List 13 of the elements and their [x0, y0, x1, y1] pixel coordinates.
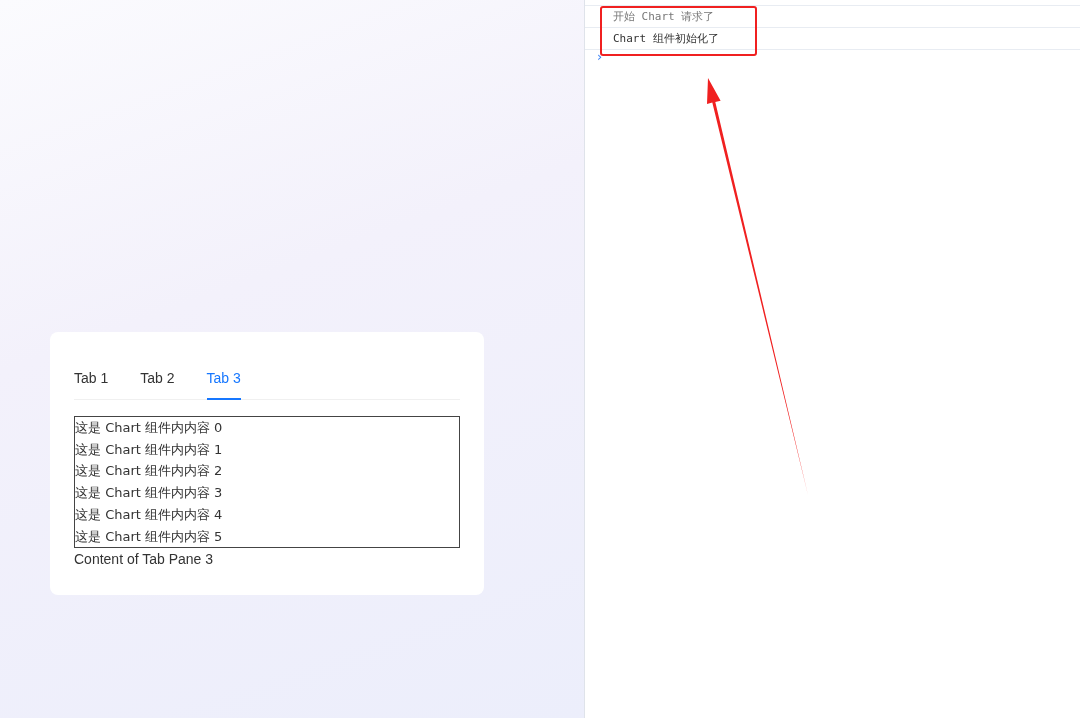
chart-content-line: 这是 Chart 组件内内容 0 [75, 419, 224, 437]
console-message: 开始 Chart 请求了 [585, 5, 1080, 27]
tab[interactable]: Tab 3 [206, 366, 241, 400]
tab[interactable]: Tab 2 [140, 366, 175, 400]
chart-content-line: 这是 Chart 组件内内容 4 [75, 505, 224, 524]
chart-content-line: 这是 Chart 组件内内容 1 [75, 440, 224, 459]
tab-pane-text: Content of Tab Pane 3 [74, 550, 215, 570]
chart-content-line: 这是 Chart 组件内内容 2 [75, 462, 224, 481]
console-message: Chart 组件初始化了 [585, 27, 1080, 49]
tab[interactable]: Tab 1 [74, 366, 109, 400]
chart-content-line: 这是 Chart 组件内内容 5 [75, 527, 224, 546]
chart-content-line: 这是 Chart 组件内内容 3 [75, 484, 224, 503]
console-prompt[interactable]: › [597, 49, 603, 64]
